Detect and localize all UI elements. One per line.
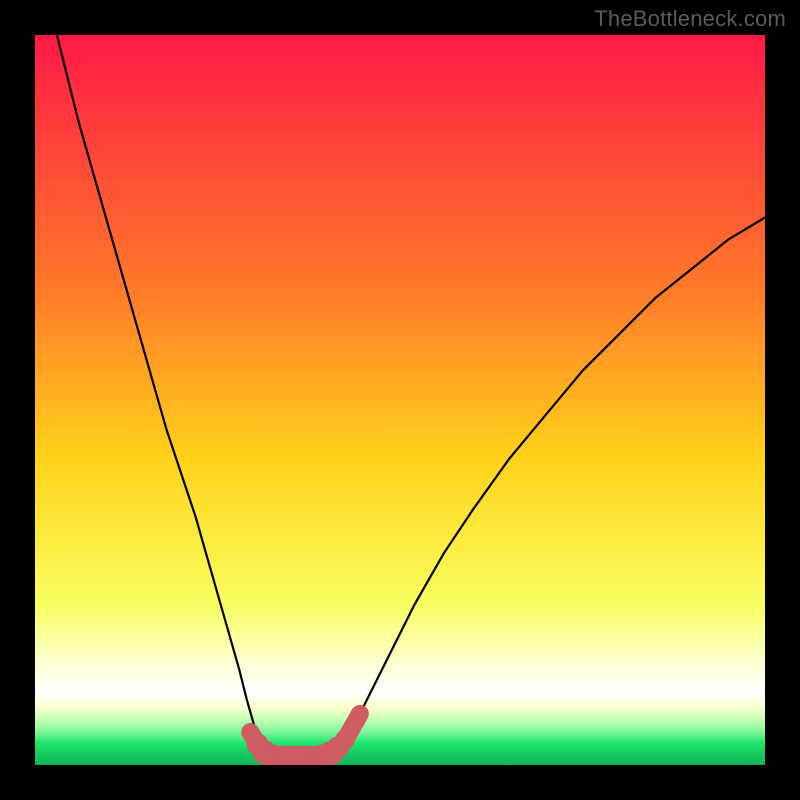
chart-svg xyxy=(35,35,765,765)
attribution-text: TheBottleneck.com xyxy=(594,6,786,32)
gradient-background xyxy=(35,35,765,765)
plot-area xyxy=(35,35,765,765)
outer-frame: TheBottleneck.com xyxy=(0,0,800,800)
